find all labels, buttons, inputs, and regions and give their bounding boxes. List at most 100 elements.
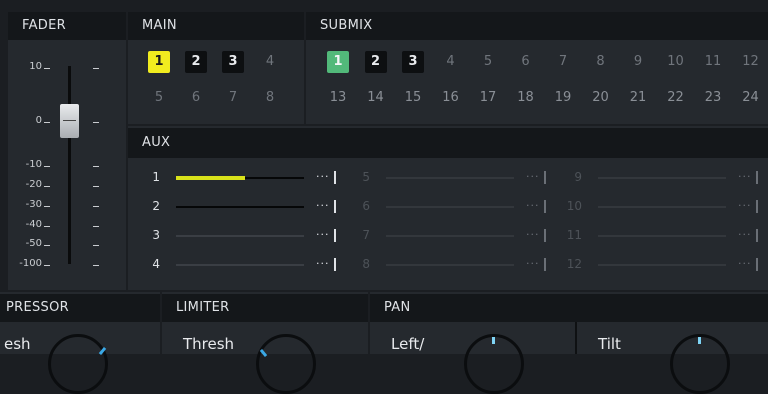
aux-send-more-icon[interactable]: ··· <box>316 229 330 241</box>
submix-bus-button[interactable]: 13 <box>326 87 350 109</box>
knob-indicator-icon <box>259 348 268 358</box>
submix-bus-button[interactable]: 7 <box>551 51 575 73</box>
fader-track[interactable] <box>68 66 71 264</box>
aux-send-more-icon[interactable]: ··· <box>738 200 752 212</box>
aux-send-label: 2 <box>152 199 160 213</box>
submix-bus-button[interactable]: 22 <box>664 87 688 109</box>
pan-left-label: Left/ <box>391 335 425 353</box>
aux-send-label: 10 <box>566 199 582 213</box>
aux-send-track[interactable] <box>386 264 514 266</box>
aux-header: AUX <box>128 128 768 158</box>
limiter-thresh-knob[interactable] <box>256 334 316 394</box>
aux-send-track[interactable] <box>176 206 304 208</box>
submix-bus-button[interactable]: 2 <box>364 51 387 73</box>
submix-bus-button[interactable]: 12 <box>739 51 763 73</box>
aux-send-track[interactable] <box>598 235 726 237</box>
fader-scale-dash-right <box>93 122 99 123</box>
aux-send-more-icon[interactable]: ··· <box>316 171 330 183</box>
aux-send-track[interactable] <box>598 206 726 208</box>
limiter-header: LIMITER <box>162 294 368 322</box>
submix-bus-button[interactable]: 23 <box>701 87 725 109</box>
knob-indicator-icon <box>698 337 701 344</box>
submix-bus-button[interactable]: 1 <box>327 51 349 73</box>
main-bus-button[interactable]: 6 <box>184 87 208 109</box>
pan-left-knob[interactable] <box>464 334 524 394</box>
submix-bus-button[interactable]: 14 <box>364 87 388 109</box>
aux-send-marker <box>544 200 546 213</box>
fader-header: FADER <box>8 12 126 40</box>
aux-send-more-icon[interactable]: ··· <box>526 229 540 241</box>
fader-scale-label: 10 <box>29 61 42 72</box>
limiter-thresh-label: Thresh <box>183 335 235 353</box>
aux-send-more-icon[interactable]: ··· <box>316 200 330 212</box>
aux-send-label: 4 <box>152 257 160 271</box>
submix-bus-button[interactable]: 4 <box>439 51 463 73</box>
fader-scale-dash-right <box>93 166 99 167</box>
main-bus-button[interactable]: 1 <box>148 51 170 73</box>
aux-title: AUX <box>142 135 171 150</box>
fader-scale-dash <box>44 245 50 246</box>
submix-bus-button[interactable]: 5 <box>476 51 500 73</box>
aux-send-marker <box>544 229 546 242</box>
submix-bus-button[interactable]: 9 <box>626 51 650 73</box>
pan-tilt-label: Tilt <box>598 335 621 353</box>
main-bus-button[interactable]: 7 <box>221 87 245 109</box>
aux-send-track[interactable] <box>176 264 304 266</box>
aux-send-more-icon[interactable]: ··· <box>738 229 752 241</box>
aux-send-more-icon[interactable]: ··· <box>738 171 752 183</box>
submix-bus-button[interactable]: 24 <box>739 87 763 109</box>
compressor-thresh-knob[interactable] <box>48 334 108 394</box>
aux-send-track[interactable] <box>386 235 514 237</box>
submix-bus-button[interactable]: 8 <box>589 51 613 73</box>
aux-send-more-icon[interactable]: ··· <box>316 258 330 270</box>
main-bus-button[interactable]: 2 <box>185 51 207 73</box>
aux-send-more-icon[interactable]: ··· <box>526 258 540 270</box>
frame-border-top <box>0 0 768 12</box>
submix-bus-button[interactable]: 10 <box>664 51 688 73</box>
submix-bus-button[interactable]: 18 <box>514 87 538 109</box>
submix-bus-button[interactable]: 16 <box>439 87 463 109</box>
fader-scale-label: -30 <box>25 199 42 210</box>
aux-send-marker <box>334 258 336 271</box>
aux-send-more-icon[interactable]: ··· <box>738 258 752 270</box>
aux-send-more-icon[interactable]: ··· <box>526 171 540 183</box>
fader-scale-dash <box>44 226 50 227</box>
fader-handle[interactable] <box>60 104 79 138</box>
fader-scale-dash-right <box>93 186 99 187</box>
pan-tilt-knob[interactable] <box>670 334 730 394</box>
fader-scale-label: -50 <box>25 238 42 249</box>
main-bus-button[interactable]: 5 <box>147 87 171 109</box>
submix-bus-button[interactable]: 20 <box>589 87 613 109</box>
fader-scale-label: -100 <box>19 258 42 269</box>
submix-bus-button[interactable]: 15 <box>401 87 425 109</box>
fader-scale-dash <box>44 68 50 69</box>
aux-send-label: 5 <box>362 170 370 184</box>
fader-scale-label: -20 <box>25 179 42 190</box>
aux-send-track[interactable] <box>386 206 514 208</box>
submix-bus-button[interactable]: 3 <box>402 51 424 73</box>
aux-send-label: 12 <box>566 257 582 271</box>
aux-send-track[interactable] <box>176 235 304 237</box>
main-bus-button[interactable]: 8 <box>258 87 282 109</box>
aux-send-track[interactable] <box>386 177 514 179</box>
aux-send-marker <box>756 229 758 242</box>
submix-bus-button[interactable]: 21 <box>626 87 650 109</box>
submix-bus-button[interactable]: 17 <box>476 87 500 109</box>
compressor-thresh-label: esh <box>4 335 31 353</box>
aux-send-label: 8 <box>362 257 370 271</box>
fader-scale-dash <box>44 122 50 123</box>
aux-send-more-icon[interactable]: ··· <box>526 200 540 212</box>
aux-send-label: 1 <box>152 170 160 184</box>
submix-bus-button[interactable]: 11 <box>701 51 725 73</box>
fader-scale-dash-right <box>93 226 99 227</box>
aux-send-track[interactable] <box>598 264 726 266</box>
fader-scale-label: -40 <box>25 219 42 230</box>
main-bus-button[interactable]: 3 <box>222 51 244 73</box>
main-bus-button[interactable]: 4 <box>258 51 282 73</box>
submix-bus-button[interactable]: 6 <box>514 51 538 73</box>
submix-bus-button[interactable]: 19 <box>551 87 575 109</box>
aux-send-track[interactable] <box>598 177 726 179</box>
compressor-title: PRESSOR <box>6 300 69 315</box>
limiter-title: LIMITER <box>176 300 230 315</box>
aux-send-label: 3 <box>152 228 160 242</box>
